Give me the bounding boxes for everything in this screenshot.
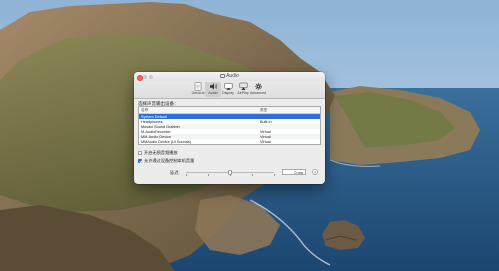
audio-preferences-window: Audio General Audio Display AirPlay Adva…: [134, 72, 325, 184]
tab-audio-label: Audio: [208, 91, 218, 95]
table-header: 名称 类型: [139, 107, 320, 114]
tab-airplay[interactable]: AirPlay: [235, 82, 251, 97]
output-device-table[interactable]: 名称 类型 System Default Headphones Built-in…: [138, 106, 321, 145]
column-header-type[interactable]: 类型: [260, 108, 267, 112]
window-title-container: Audio: [134, 73, 325, 80]
tab-display[interactable]: Display: [220, 82, 236, 97]
delay-value-field[interactable]: 0 ms: [282, 169, 306, 175]
slider-tick: [273, 174, 274, 176]
tab-display-label: Display: [222, 91, 234, 95]
help-button[interactable]: ?: [312, 169, 318, 175]
delay-label: 延迟:: [170, 169, 180, 175]
tab-airplay-label: AirPlay: [237, 91, 249, 95]
general-icon: [194, 82, 202, 91]
delay-slider-thumb[interactable]: [228, 170, 232, 175]
device-name: MMAudio Device (UI Sounds): [141, 139, 192, 144]
column-header-name[interactable]: 名称: [141, 108, 148, 112]
desktop: Audio General Audio Display AirPlay Adva…: [0, 0, 499, 271]
lossless-audio-label: 开启无损音频播放: [144, 150, 178, 155]
speaker-icon: [209, 83, 217, 90]
slider-tick: [208, 174, 209, 176]
lossless-audio-option[interactable]: 开启无损音频播放: [138, 150, 178, 155]
slider-tick: [252, 174, 253, 176]
device-volume-control-option[interactable]: 允许通过设备控制本机音量: [138, 158, 194, 163]
lossless-audio-checkbox[interactable]: [138, 150, 142, 155]
tab-general[interactable]: General: [190, 82, 206, 97]
window-title: Audio: [226, 73, 239, 79]
advanced-gear-icon: [254, 83, 262, 90]
device-type: Virtual: [260, 139, 271, 144]
airplay-icon: [239, 82, 247, 90]
tab-audio[interactable]: Audio: [205, 82, 221, 97]
slider-tick: [186, 174, 187, 176]
audio-window-icon: [220, 73, 226, 78]
tab-general-label: General: [191, 91, 205, 95]
device-volume-label: 允许通过设备控制本机音量: [144, 158, 195, 163]
tab-advanced[interactable]: Advanced: [250, 82, 266, 97]
preferences-toolbar: General Audio Display AirPlay Advanced: [134, 81, 325, 99]
tab-advanced-label: Advanced: [250, 91, 266, 95]
table-row[interactable]: MMAudio Device (UI Sounds) Virtual: [139, 139, 320, 144]
display-icon: [224, 82, 232, 90]
audio-pane: 选择声音输出设备： 名称 类型 System Default Headphone…: [134, 98, 325, 184]
device-volume-checkbox[interactable]: [138, 158, 142, 163]
window-titlebar[interactable]: Audio: [134, 72, 325, 81]
